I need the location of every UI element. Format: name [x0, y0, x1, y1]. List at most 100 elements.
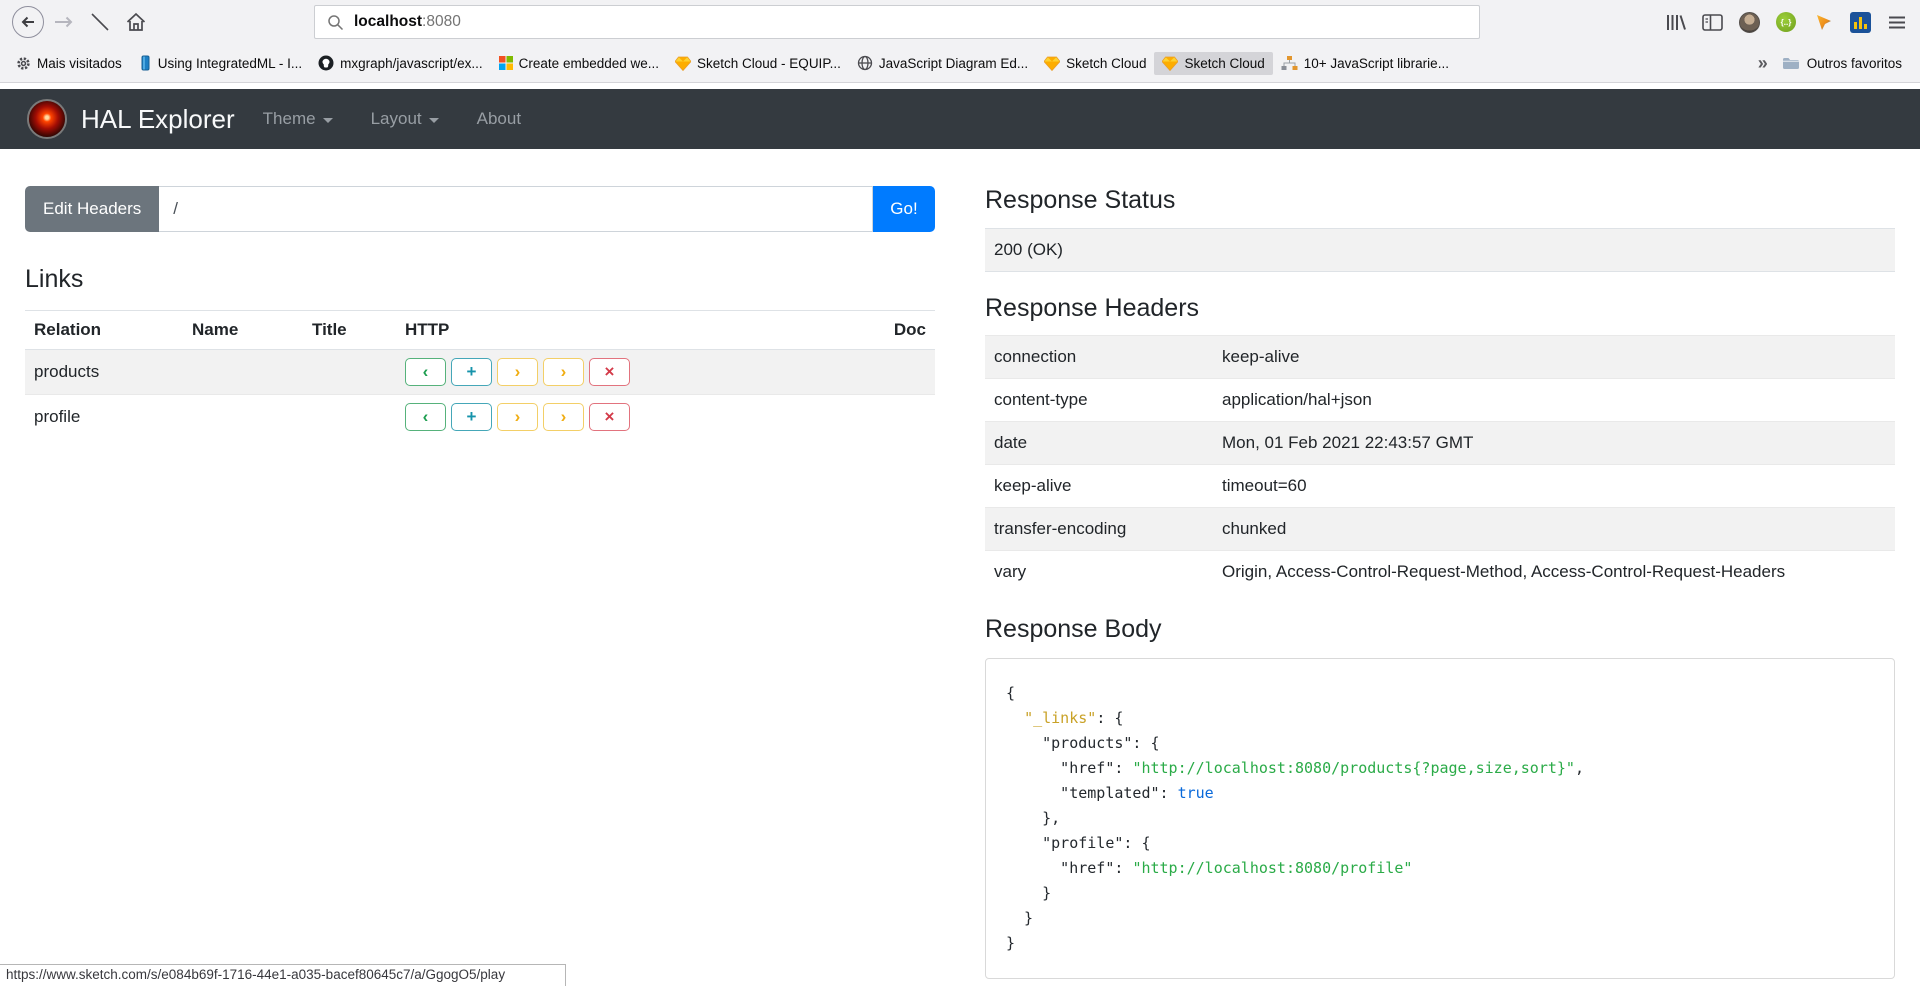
account-button[interactable]: [1734, 4, 1764, 40]
status-row: 200 (OK): [985, 229, 1895, 272]
caret-down-icon: [429, 118, 439, 123]
sidebar-toggle-button[interactable]: [1697, 4, 1727, 40]
header-value: Mon, 01 Feb 2021 22:43:57 GMT: [1213, 422, 1895, 465]
bookmark-item[interactable]: Mais visitados: [8, 52, 130, 75]
url-port: :8080: [422, 13, 461, 31]
patch-button[interactable]: ›: [543, 403, 584, 431]
bookmarks-right: » Outros favoritos: [1758, 53, 1912, 74]
header-key: connection: [985, 336, 1213, 379]
uri-input[interactable]: [159, 186, 873, 232]
nav-item-layout[interactable]: Layout: [371, 109, 439, 129]
status-bar: https://www.sketch.com/s/e084b69f-1716-4…: [0, 964, 566, 986]
extension-arrow-button[interactable]: [1808, 4, 1838, 40]
response-header-row: content-typeapplication/hal+json: [985, 379, 1895, 422]
title-cell: [303, 350, 396, 395]
other-favorites[interactable]: Outros favoritos: [1782, 56, 1902, 71]
header-key: date: [985, 422, 1213, 465]
bookmark-microsoft-icon: [499, 56, 513, 70]
nav-item-label: Layout: [371, 109, 422, 129]
back-arrow-icon: [11, 5, 45, 39]
put-button[interactable]: ›: [497, 403, 538, 431]
nav-items: Theme Layout About: [263, 109, 521, 129]
title-cell: [303, 395, 396, 440]
menu-button[interactable]: [1882, 4, 1912, 40]
header-key: transfer-encoding: [985, 508, 1213, 551]
post-button[interactable]: +: [451, 403, 492, 431]
forward-button[interactable]: [46, 4, 82, 40]
nav-item-theme[interactable]: Theme: [263, 109, 333, 129]
bookmark-label: mxgraph/javascript/ex...: [340, 56, 483, 71]
name-cell: [183, 350, 303, 395]
library-icon: [1664, 12, 1687, 33]
get-button[interactable]: ‹: [405, 358, 446, 386]
bookmark-sketch-icon: [1044, 56, 1060, 71]
bookmark-item[interactable]: Sketch Cloud: [1036, 52, 1154, 75]
library-button[interactable]: [1660, 4, 1690, 40]
bookmark-item[interactable]: JavaScript Diagram Ed...: [849, 51, 1036, 75]
patch-button[interactable]: ›: [543, 358, 584, 386]
response-header-row: varyOrigin, Access-Control-Request-Metho…: [985, 551, 1895, 594]
home-button[interactable]: [118, 4, 154, 40]
bookmark-item[interactable]: Create embedded we...: [491, 52, 667, 75]
bookmark-orgchart-icon: [1281, 56, 1298, 71]
nav-item-about[interactable]: About: [477, 109, 521, 129]
name-cell: [183, 395, 303, 440]
bookmark-sketch-icon: [675, 56, 691, 71]
hamburger-icon: [1888, 15, 1906, 30]
bookmark-globe-icon: [857, 55, 873, 71]
sidebar-icon: [1702, 13, 1723, 32]
bookmark-gear-icon: [16, 56, 31, 71]
relation-cell: products: [25, 350, 183, 395]
bookmark-label: Create embedded we...: [519, 56, 659, 71]
links-table: Relation Name Title HTTP Doc products‹+›…: [25, 310, 935, 439]
status-value: 200 (OK): [985, 229, 1895, 272]
bookmarks-overflow-chevron[interactable]: »: [1758, 53, 1768, 74]
links-table-body: products‹+››×profile‹+››×: [25, 350, 935, 440]
forward-arrow-icon: [52, 10, 76, 34]
post-button[interactable]: +: [451, 358, 492, 386]
bookmark-label: Mais visitados: [37, 56, 122, 71]
nav-item-label: Theme: [263, 109, 316, 129]
browser-chrome: localhost:8080 {..}: [0, 0, 1920, 83]
address-bar[interactable]: localhost:8080: [314, 5, 1480, 39]
bookmark-github-icon: [318, 55, 334, 71]
response-header-row: connectionkeep-alive: [985, 336, 1895, 379]
browser-toolbar: localhost:8080 {..}: [0, 0, 1920, 44]
edit-headers-button[interactable]: Edit Headers: [25, 186, 159, 232]
delete-button[interactable]: ×: [589, 403, 630, 431]
brand-title[interactable]: HAL Explorer: [81, 104, 235, 135]
bookmark-item[interactable]: Using IntegratedML - I...: [130, 51, 310, 75]
response-header-row: dateMon, 01 Feb 2021 22:43:57 GMT: [985, 422, 1895, 465]
links-table-header: Relation Name Title HTTP Doc: [25, 311, 935, 350]
doc-cell: [885, 350, 935, 395]
url-host: localhost: [354, 13, 422, 31]
bookmark-sketch-icon: [1162, 56, 1178, 71]
put-button[interactable]: ›: [497, 358, 538, 386]
response-header-row: keep-alivetimeout=60: [985, 465, 1895, 508]
header-value: chunked: [1213, 508, 1895, 551]
response-body-heading: Response Body: [985, 615, 1895, 644]
delete-button[interactable]: ×: [589, 358, 630, 386]
response-body-code: { "_links": { "products": { "href": "htt…: [1006, 681, 1874, 956]
account-avatar: [1739, 12, 1760, 33]
bookmark-item[interactable]: mxgraph/javascript/ex...: [310, 51, 491, 75]
back-button[interactable]: [10, 4, 46, 40]
get-button[interactable]: ‹: [405, 403, 446, 431]
folder-icon: [1782, 56, 1800, 71]
chart-extension-icon: [1850, 12, 1871, 33]
bookmark-item[interactable]: Sketch Cloud - EQUIP...: [667, 52, 849, 75]
bookmark-item[interactable]: 10+ JavaScript librarie...: [1273, 52, 1457, 75]
left-column: Edit Headers Go! Links Relation Name Tit…: [25, 186, 935, 979]
hal-logo-icon[interactable]: [27, 99, 67, 139]
bookmark-book-icon: [138, 55, 152, 71]
go-button[interactable]: Go!: [873, 186, 935, 232]
links-table-row: products‹+››×: [25, 350, 935, 395]
bookmarks-list: Mais visitados Using IntegratedML - I... m…: [8, 51, 1457, 75]
bookmark-item[interactable]: Sketch Cloud: [1154, 52, 1272, 75]
col-relation: Relation: [25, 311, 183, 350]
green-extension-icon: {..}: [1776, 12, 1796, 32]
extension-green-button[interactable]: {..}: [1771, 4, 1801, 40]
header-key: vary: [985, 551, 1213, 594]
reload-button[interactable]: [82, 4, 118, 40]
extension-chart-button[interactable]: [1845, 4, 1875, 40]
